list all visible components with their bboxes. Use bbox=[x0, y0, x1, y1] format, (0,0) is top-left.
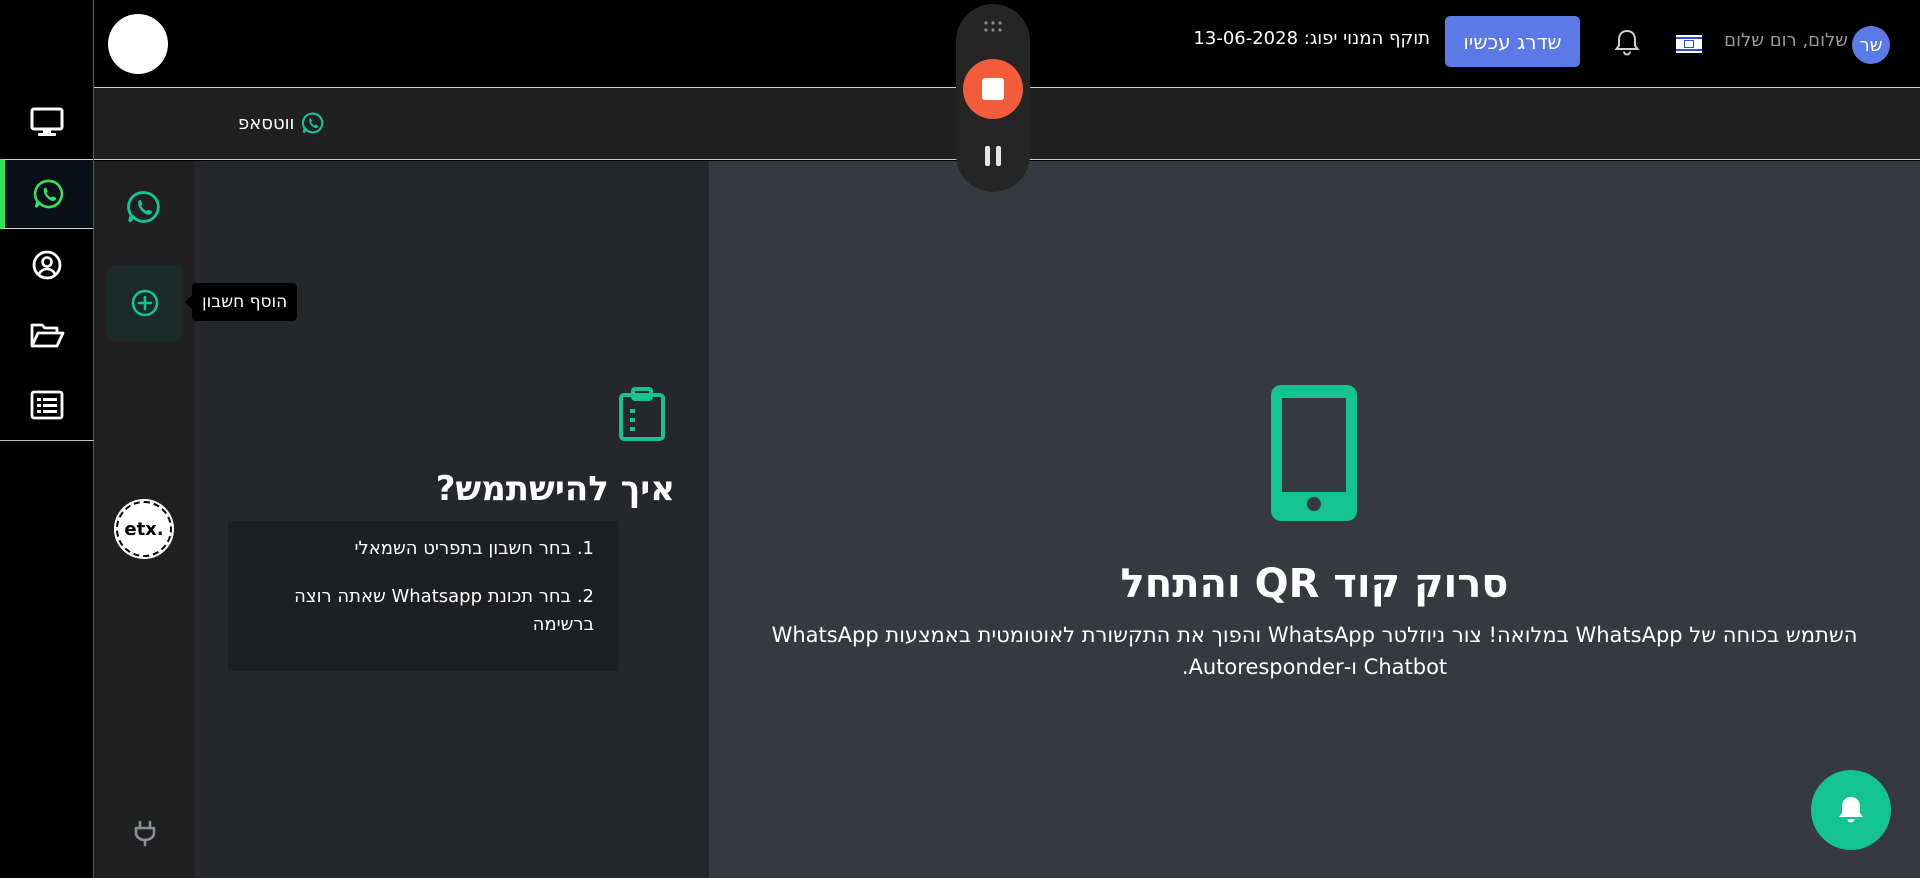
nav-item-whatsapp[interactable] bbox=[0, 159, 93, 229]
whatsapp-icon bbox=[127, 191, 160, 223]
notifications-bell-icon[interactable] bbox=[1612, 27, 1642, 57]
app-logo[interactable] bbox=[108, 14, 168, 74]
page-description: השתמש בכוחה של WhatsApp במלואה! צור ניוז… bbox=[771, 623, 1858, 679]
stop-icon bbox=[982, 78, 1004, 100]
main-content: סרוק קוד QR והתחל השתמש בכוחה של WhatsAp… bbox=[709, 161, 1920, 878]
clipboard-icon bbox=[619, 387, 665, 441]
plus-circle-icon bbox=[131, 289, 159, 317]
stop-recording-button[interactable] bbox=[963, 59, 1023, 119]
how-to-step: 1. בחר חשבון בתפריט השמאלי bbox=[354, 538, 594, 559]
whatsapp-icon bbox=[302, 112, 324, 134]
avatar[interactable]: שר bbox=[1852, 26, 1890, 64]
recording-widget bbox=[956, 4, 1030, 192]
folder-open-icon bbox=[30, 323, 64, 348]
pause-recording-button[interactable] bbox=[982, 146, 1004, 168]
list-icon bbox=[30, 390, 63, 420]
bell-icon bbox=[1839, 797, 1863, 823]
pause-icon bbox=[985, 146, 990, 166]
how-to-title: איך להישתמש? bbox=[435, 469, 675, 509]
account-logo[interactable]: etx. bbox=[114, 499, 174, 559]
subscription-expiry-text: תוקף המנוי יפוג: 13-06-2028 bbox=[1193, 28, 1430, 49]
left-navigation bbox=[0, 0, 94, 878]
upgrade-button[interactable]: שדרג עכשיו bbox=[1445, 16, 1580, 67]
notifications-fab-button[interactable] bbox=[1811, 770, 1891, 850]
plug-icon[interactable] bbox=[131, 819, 159, 847]
how-to-step: 2. בחר תכונת Whatsapp שאתה רוצה ברשימה bbox=[294, 586, 594, 635]
nav-item-files[interactable] bbox=[0, 300, 93, 370]
user-circle-icon bbox=[32, 250, 61, 280]
nav-item-lists[interactable] bbox=[0, 370, 93, 440]
user-greeting[interactable]: שלום, רום שלום bbox=[1724, 30, 1848, 51]
nav-item-profile[interactable] bbox=[0, 230, 93, 300]
smartphone-icon bbox=[1271, 385, 1357, 521]
how-to-panel: איך להישתמש? 1. בחר חשבון בתפריט השמאלי … bbox=[195, 161, 709, 878]
add-account-button[interactable] bbox=[107, 265, 183, 341]
israel-flag-icon[interactable] bbox=[1676, 35, 1702, 53]
add-account-tooltip: הוסף חשבון bbox=[184, 283, 298, 321]
drag-handle-icon[interactable] bbox=[983, 20, 1003, 34]
page-title: סרוק קוד QR והתחל bbox=[1120, 561, 1509, 607]
whatsapp-icon bbox=[33, 179, 64, 209]
how-to-steps: 1. בחר חשבון בתפריט השמאלי 2. בחר תכונת … bbox=[228, 521, 619, 671]
nav-item-dashboard[interactable] bbox=[0, 87, 93, 157]
section-title: ווטסאפ bbox=[238, 110, 326, 136]
accounts-column: etx. bbox=[94, 161, 195, 878]
section-title-label: ווטסאפ bbox=[238, 112, 295, 134]
nav-divider bbox=[0, 440, 94, 441]
monitor-icon bbox=[30, 107, 63, 136]
